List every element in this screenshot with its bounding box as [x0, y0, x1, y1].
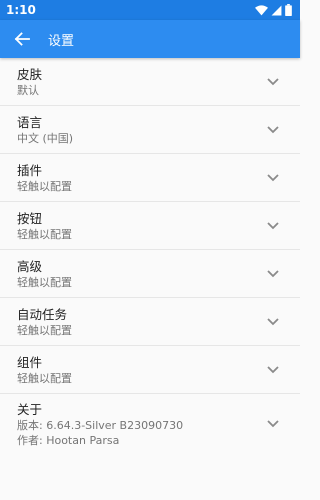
setting-plugins[interactable]: 插件 轻触以配置: [0, 154, 300, 202]
setting-subtitle: 默认: [17, 83, 39, 97]
chevron-down-icon: [267, 269, 279, 277]
arrow-back-icon: [14, 32, 30, 46]
settings-list: 皮肤 默认 语言 中文 (中国) 插件 轻触以配置 按钮 轻触以配置 高级 轻触…: [0, 58, 300, 454]
chevron-down-icon: [267, 221, 279, 229]
chevron-down-icon: [267, 365, 279, 373]
setting-buttons[interactable]: 按钮 轻触以配置: [0, 202, 300, 250]
setting-subtitle: 轻触以配置: [17, 227, 72, 241]
page-title: 设置: [48, 33, 75, 49]
setting-title: 语言: [17, 114, 43, 130]
chevron-down-icon: [267, 77, 279, 85]
chevron-down-icon: [267, 173, 279, 181]
status-time: 1:10: [6, 3, 36, 17]
setting-title: 自动任务: [17, 306, 68, 322]
setting-auto-tasks[interactable]: 自动任务 轻触以配置: [0, 298, 300, 346]
battery-icon: [285, 4, 292, 16]
chevron-down-icon: [267, 420, 279, 428]
setting-widgets[interactable]: 组件 轻触以配置: [0, 346, 300, 394]
setting-title: 关于: [17, 401, 43, 417]
setting-title: 组件: [17, 354, 43, 370]
chevron-down-icon: [267, 317, 279, 325]
setting-title: 高级: [17, 258, 43, 274]
setting-title: 皮肤: [17, 66, 43, 82]
setting-about[interactable]: 关于 版本: 6.64.3-Silver B23090730 作者: Hoota…: [0, 394, 300, 454]
setting-subtitle: 轻触以配置: [17, 179, 72, 193]
setting-subtitle: 轻触以配置: [17, 275, 72, 289]
setting-title: 插件: [17, 162, 43, 178]
setting-title: 按钮: [17, 210, 43, 226]
version-text: 版本: 6.64.3-Silver B23090730: [17, 418, 184, 432]
chevron-down-icon: [267, 125, 279, 133]
status-icons: [255, 4, 292, 16]
setting-skin[interactable]: 皮肤 默认: [0, 58, 300, 106]
setting-language[interactable]: 语言 中文 (中国): [0, 106, 300, 154]
setting-subtitle: 轻触以配置: [17, 371, 72, 385]
app-bar: 设置: [0, 20, 300, 58]
setting-advanced[interactable]: 高级 轻触以配置: [0, 250, 300, 298]
author-text: 作者: Hootan Parsa: [17, 433, 120, 447]
setting-subtitle: 轻触以配置: [17, 323, 72, 337]
setting-subtitle: 中文 (中国): [17, 131, 74, 145]
status-bar: 1:10: [0, 0, 300, 20]
back-button[interactable]: [0, 20, 44, 58]
wifi-icon: [255, 4, 268, 15]
signal-icon: [271, 5, 282, 15]
